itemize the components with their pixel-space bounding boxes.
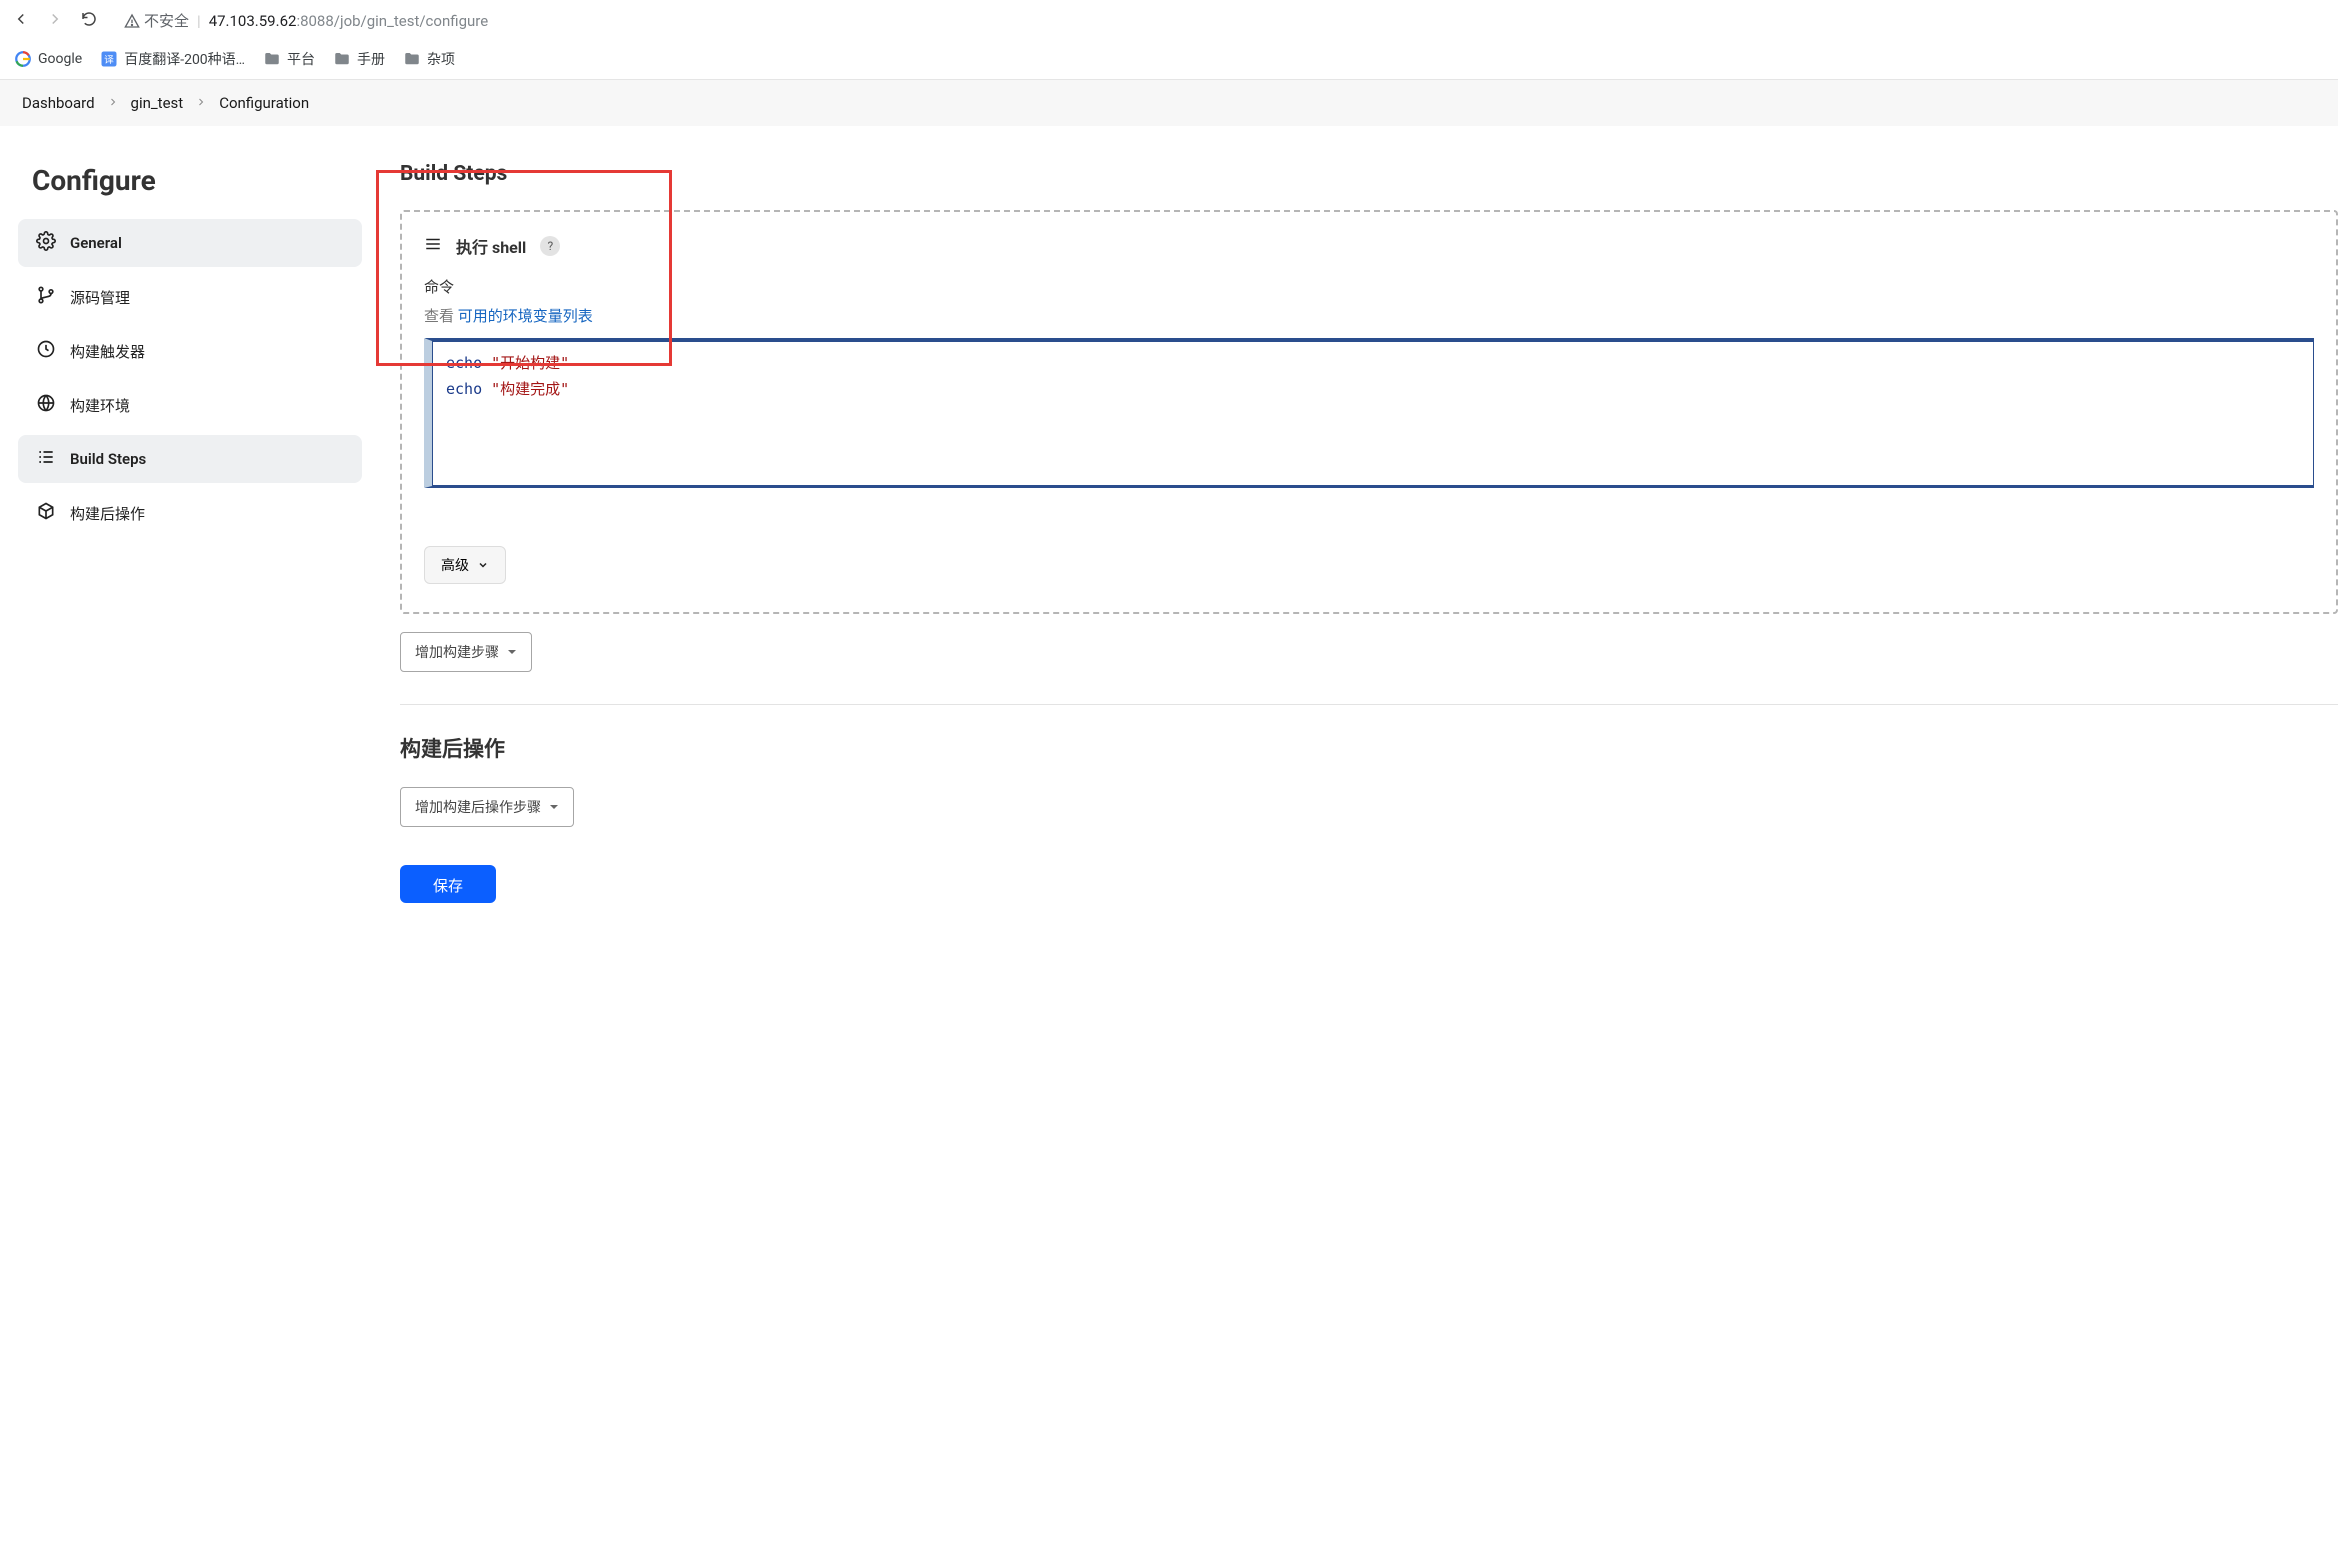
branch-icon — [36, 285, 56, 309]
shell-step-card: 执行 shell ? 命令 查看 可用的环境变量列表 echo "开始构建" e… — [400, 210, 2338, 614]
divider — [400, 704, 2338, 705]
step-title: 执行 shell — [456, 234, 526, 258]
caret-down-icon — [507, 647, 517, 657]
bookmark-google[interactable]: Google — [14, 50, 82, 68]
url-host: 47.103.59.62 — [209, 12, 297, 30]
bookmark-platform[interactable]: 平台 — [263, 49, 315, 69]
bookmark-baidu-translate[interactable]: 译 百度翻译-200种语… — [100, 49, 245, 69]
configure-sidebar: Configure General 源码管理 构建触发器 构建环境 Build … — [0, 126, 380, 943]
command-label: 命令 — [424, 276, 2314, 297]
globe-icon — [36, 393, 56, 417]
bookmark-label: 平台 — [287, 49, 315, 69]
nav-forward-icon — [46, 10, 64, 32]
sidebar-item-label: 构建触发器 — [70, 341, 145, 362]
help-icon[interactable]: ? — [540, 236, 560, 256]
bookmark-label: 手册 — [357, 49, 385, 69]
bookmark-manual[interactable]: 手册 — [333, 49, 385, 69]
section-title-post-build: 构建后操作 — [400, 733, 2338, 763]
bookmark-misc[interactable]: 杂项 — [403, 49, 455, 69]
url-bar[interactable]: 不安全 | 47.103.59.62:8088/job/gin_test/con… — [112, 6, 2326, 35]
advanced-label: 高级 — [441, 555, 469, 575]
drag-handle-icon[interactable] — [424, 237, 442, 255]
section-title-build-steps: Build Steps — [400, 162, 2338, 186]
add-post-build-button[interactable]: 增加构建后操作步骤 — [400, 787, 574, 827]
insecure-warning-icon: 不安全 — [124, 10, 189, 31]
browser-chrome: 不安全 | 47.103.59.62:8088/job/gin_test/con… — [0, 0, 2338, 80]
page-title: Configure — [32, 164, 348, 197]
sidebar-item-label: 源码管理 — [70, 287, 130, 308]
breadcrumb-job[interactable]: gin_test — [131, 94, 184, 112]
bookmarks-bar: Google 译 百度翻译-200种语… 平台 手册 杂项 — [0, 41, 2338, 79]
package-icon — [36, 501, 56, 525]
chevron-right-icon — [195, 94, 207, 112]
clock-icon — [36, 339, 56, 363]
sidebar-item-label: Build Steps — [70, 450, 146, 468]
sidebar-item-label: 构建后操作 — [70, 503, 145, 524]
breadcrumb: Dashboard gin_test Configuration — [0, 80, 2338, 126]
add-post-label: 增加构建后操作步骤 — [415, 797, 541, 817]
url-port: :8088 — [296, 12, 333, 30]
caret-down-icon — [549, 802, 559, 812]
advanced-button[interactable]: 高级 — [424, 546, 506, 584]
sidebar-item-post-build[interactable]: 构建后操作 — [18, 489, 362, 537]
sidebar-item-label: 构建环境 — [70, 395, 130, 416]
sidebar-item-build-steps[interactable]: Build Steps — [18, 435, 362, 483]
env-vars-link[interactable]: 可用的环境变量列表 — [458, 307, 593, 325]
insecure-label: 不安全 — [144, 10, 189, 31]
sidebar-item-build-env[interactable]: 构建环境 — [18, 381, 362, 429]
nav-back-icon[interactable] — [12, 10, 30, 32]
breadcrumb-page[interactable]: Configuration — [219, 94, 309, 112]
sidebar-item-triggers[interactable]: 构建触发器 — [18, 327, 362, 375]
url-path: /job/gin_test/configure — [334, 12, 488, 30]
svg-text:译: 译 — [104, 54, 114, 66]
add-build-step-button[interactable]: 增加构建步骤 — [400, 632, 532, 672]
bookmark-label: 杂项 — [427, 49, 455, 69]
gear-icon — [36, 231, 56, 255]
command-hint: 查看 可用的环境变量列表 — [424, 305, 2314, 326]
sidebar-item-scm[interactable]: 源码管理 — [18, 273, 362, 321]
bookmark-label: 百度翻译-200种语… — [124, 49, 245, 69]
bookmark-label: Google — [38, 51, 82, 67]
sidebar-item-general[interactable]: General — [18, 219, 362, 267]
sidebar-item-label: General — [70, 234, 122, 252]
add-step-label: 增加构建步骤 — [415, 642, 499, 662]
nav-reload-icon[interactable] — [80, 10, 98, 32]
breadcrumb-dashboard[interactable]: Dashboard — [22, 94, 95, 112]
save-button[interactable]: 保存 — [400, 865, 496, 903]
steps-icon — [36, 447, 56, 471]
main-content: Build Steps 执行 shell ? 命令 查看 可用的环境变量列表 e… — [380, 126, 2338, 943]
url-separator: | — [197, 12, 201, 30]
browser-toolbar: 不安全 | 47.103.59.62:8088/job/gin_test/con… — [0, 0, 2338, 41]
chevron-right-icon — [107, 94, 119, 112]
shell-command-editor[interactable]: echo "开始构建" echo "构建完成" — [424, 338, 2314, 488]
chevron-down-icon — [477, 559, 489, 571]
